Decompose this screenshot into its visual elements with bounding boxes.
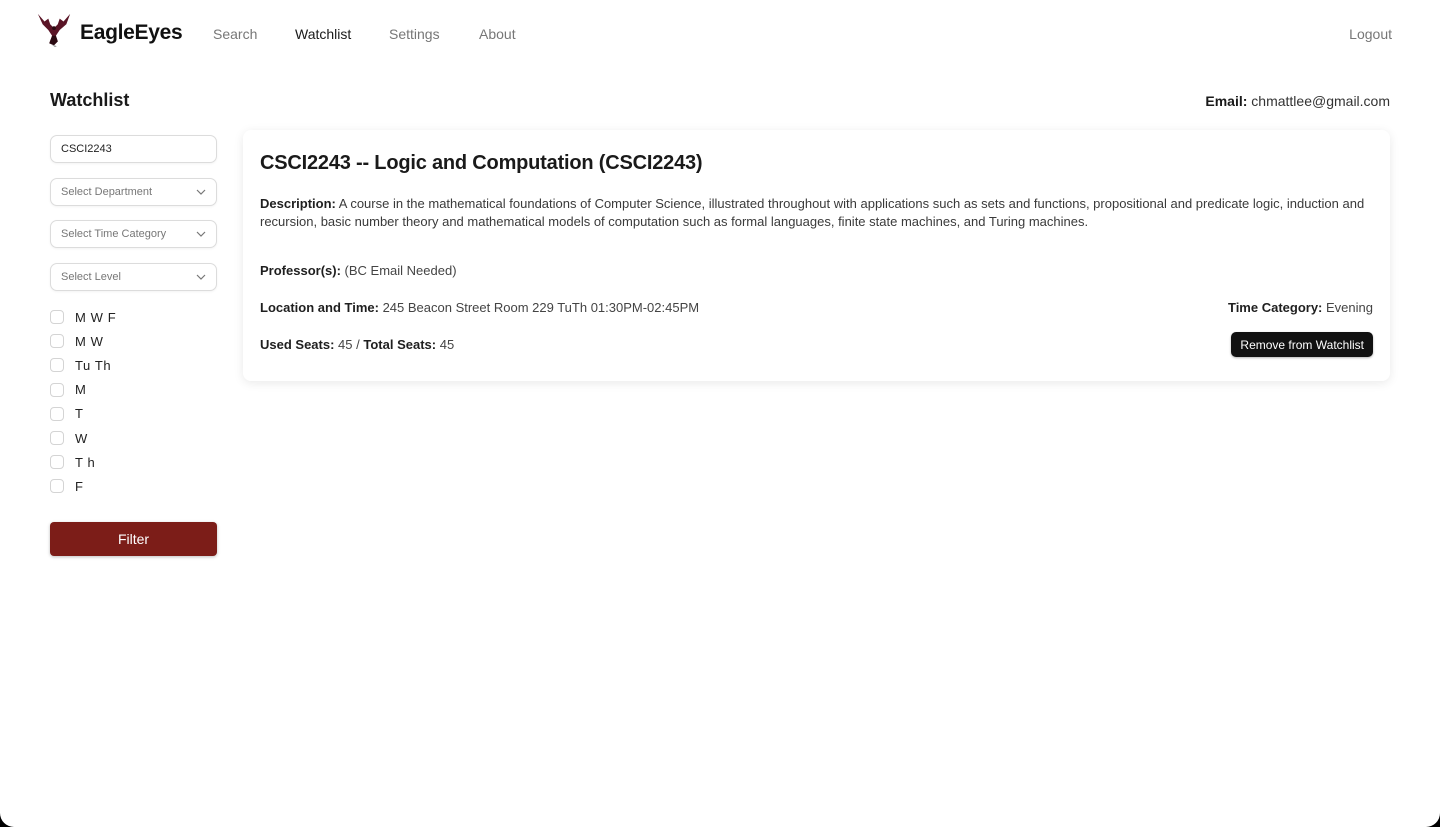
- day-option-label: F: [75, 478, 84, 494]
- page-title: Watchlist: [50, 90, 130, 110]
- day-option-label: M W F: [75, 309, 117, 325]
- day-option-label: T h: [75, 454, 96, 470]
- checkbox[interactable]: [50, 382, 64, 397]
- day-option-w[interactable]: W: [50, 426, 217, 450]
- course-seats: Used Seats: 45 / Total Seats: 45: [260, 337, 454, 352]
- day-option-t[interactable]: T: [50, 402, 217, 426]
- top-nav: EagleEyes Search Watchlist Settings Abou…: [0, 0, 1440, 68]
- app-window: EagleEyes Search Watchlist Settings Abou…: [0, 0, 1440, 827]
- filter-sidebar: Select Department Select Time Category S…: [50, 135, 217, 556]
- nav-link-search[interactable]: Search: [213, 26, 257, 42]
- eagle-logo-icon[interactable]: [35, 11, 73, 49]
- professor-label: Professor(s):: [260, 263, 341, 278]
- brand-name[interactable]: EagleEyes: [80, 21, 183, 45]
- checkbox[interactable]: [50, 406, 64, 421]
- level-select-value: Select Level: [61, 270, 121, 283]
- nav-link-watchlist[interactable]: Watchlist: [295, 26, 351, 42]
- checkbox[interactable]: [50, 334, 64, 349]
- total-seats-value: 45: [439, 337, 455, 352]
- day-option-label: Tu Th: [75, 357, 112, 373]
- checkbox[interactable]: [50, 358, 64, 373]
- department-select[interactable]: Select Department: [50, 177, 217, 206]
- email-label: Email:: [1205, 93, 1248, 109]
- user-email: Email: chmattlee@gmail.com: [1205, 93, 1390, 109]
- checkbox[interactable]: [50, 455, 64, 470]
- department-select-value: Select Department: [61, 185, 153, 198]
- total-seats-label: Total Seats:: [363, 337, 437, 352]
- day-checkbox-list: M W F M W Tu Th M T W T h F: [50, 305, 217, 499]
- used-seats-label: Used Seats:: [260, 337, 335, 352]
- nav-link-about[interactable]: About: [479, 26, 516, 42]
- course-search-input[interactable]: [50, 135, 217, 163]
- chevron-down-icon: [196, 231, 206, 237]
- day-option-label: W: [75, 430, 88, 446]
- nav-link-settings[interactable]: Settings: [389, 26, 440, 42]
- day-option-tuth[interactable]: Tu Th: [50, 353, 217, 377]
- checkbox[interactable]: [50, 431, 64, 446]
- seats-separator: /: [356, 337, 360, 352]
- course-time-category: Time Category: Evening: [1228, 300, 1373, 315]
- filter-button[interactable]: Filter: [50, 521, 217, 556]
- day-option-label: M W: [75, 333, 104, 349]
- course-title: CSCI2243 -- Logic and Computation (CSCI2…: [260, 152, 703, 174]
- day-option-label: T: [75, 406, 84, 422]
- description-text: A course in the mathematical foundations…: [260, 196, 1365, 229]
- checkbox[interactable]: [50, 310, 64, 325]
- used-seats-value: 45: [338, 337, 353, 352]
- description-label: Description:: [260, 196, 336, 211]
- location-label: Location and Time:: [260, 300, 379, 315]
- time-category-label: Time Category:: [1227, 300, 1323, 315]
- day-option-m[interactable]: M: [50, 378, 217, 402]
- day-option-th[interactable]: T h: [50, 450, 217, 474]
- level-select[interactable]: Select Level: [50, 262, 217, 291]
- logout-link[interactable]: Logout: [1349, 26, 1392, 42]
- chevron-down-icon: [196, 274, 206, 280]
- course-card: CSCI2243 -- Logic and Computation (CSCI2…: [243, 130, 1390, 381]
- chevron-down-icon: [196, 189, 206, 195]
- day-option-label: M: [75, 382, 87, 398]
- checkbox[interactable]: [50, 479, 64, 494]
- day-option-mwf[interactable]: M W F: [50, 305, 217, 329]
- email-value: chmattlee@gmail.com: [1251, 93, 1390, 109]
- remove-from-watchlist-button[interactable]: Remove from Watchlist: [1231, 332, 1373, 357]
- time-category-value: Evening: [1326, 300, 1373, 315]
- course-professor: Professor(s): (BC Email Needed): [260, 263, 457, 278]
- course-description: Description: A course in the mathematica…: [260, 195, 1375, 231]
- course-location-time: Location and Time: 245 Beacon Street Roo…: [260, 300, 699, 315]
- day-option-f[interactable]: F: [50, 474, 217, 498]
- location-value: 245 Beacon Street Room 229 TuTh 01:30PM-…: [382, 300, 700, 315]
- professor-value: (BC Email Needed): [344, 263, 457, 278]
- day-option-mw[interactable]: M W: [50, 329, 217, 353]
- time-category-select[interactable]: Select Time Category: [50, 220, 217, 248]
- time-category-select-value: Select Time Category: [61, 228, 167, 240]
